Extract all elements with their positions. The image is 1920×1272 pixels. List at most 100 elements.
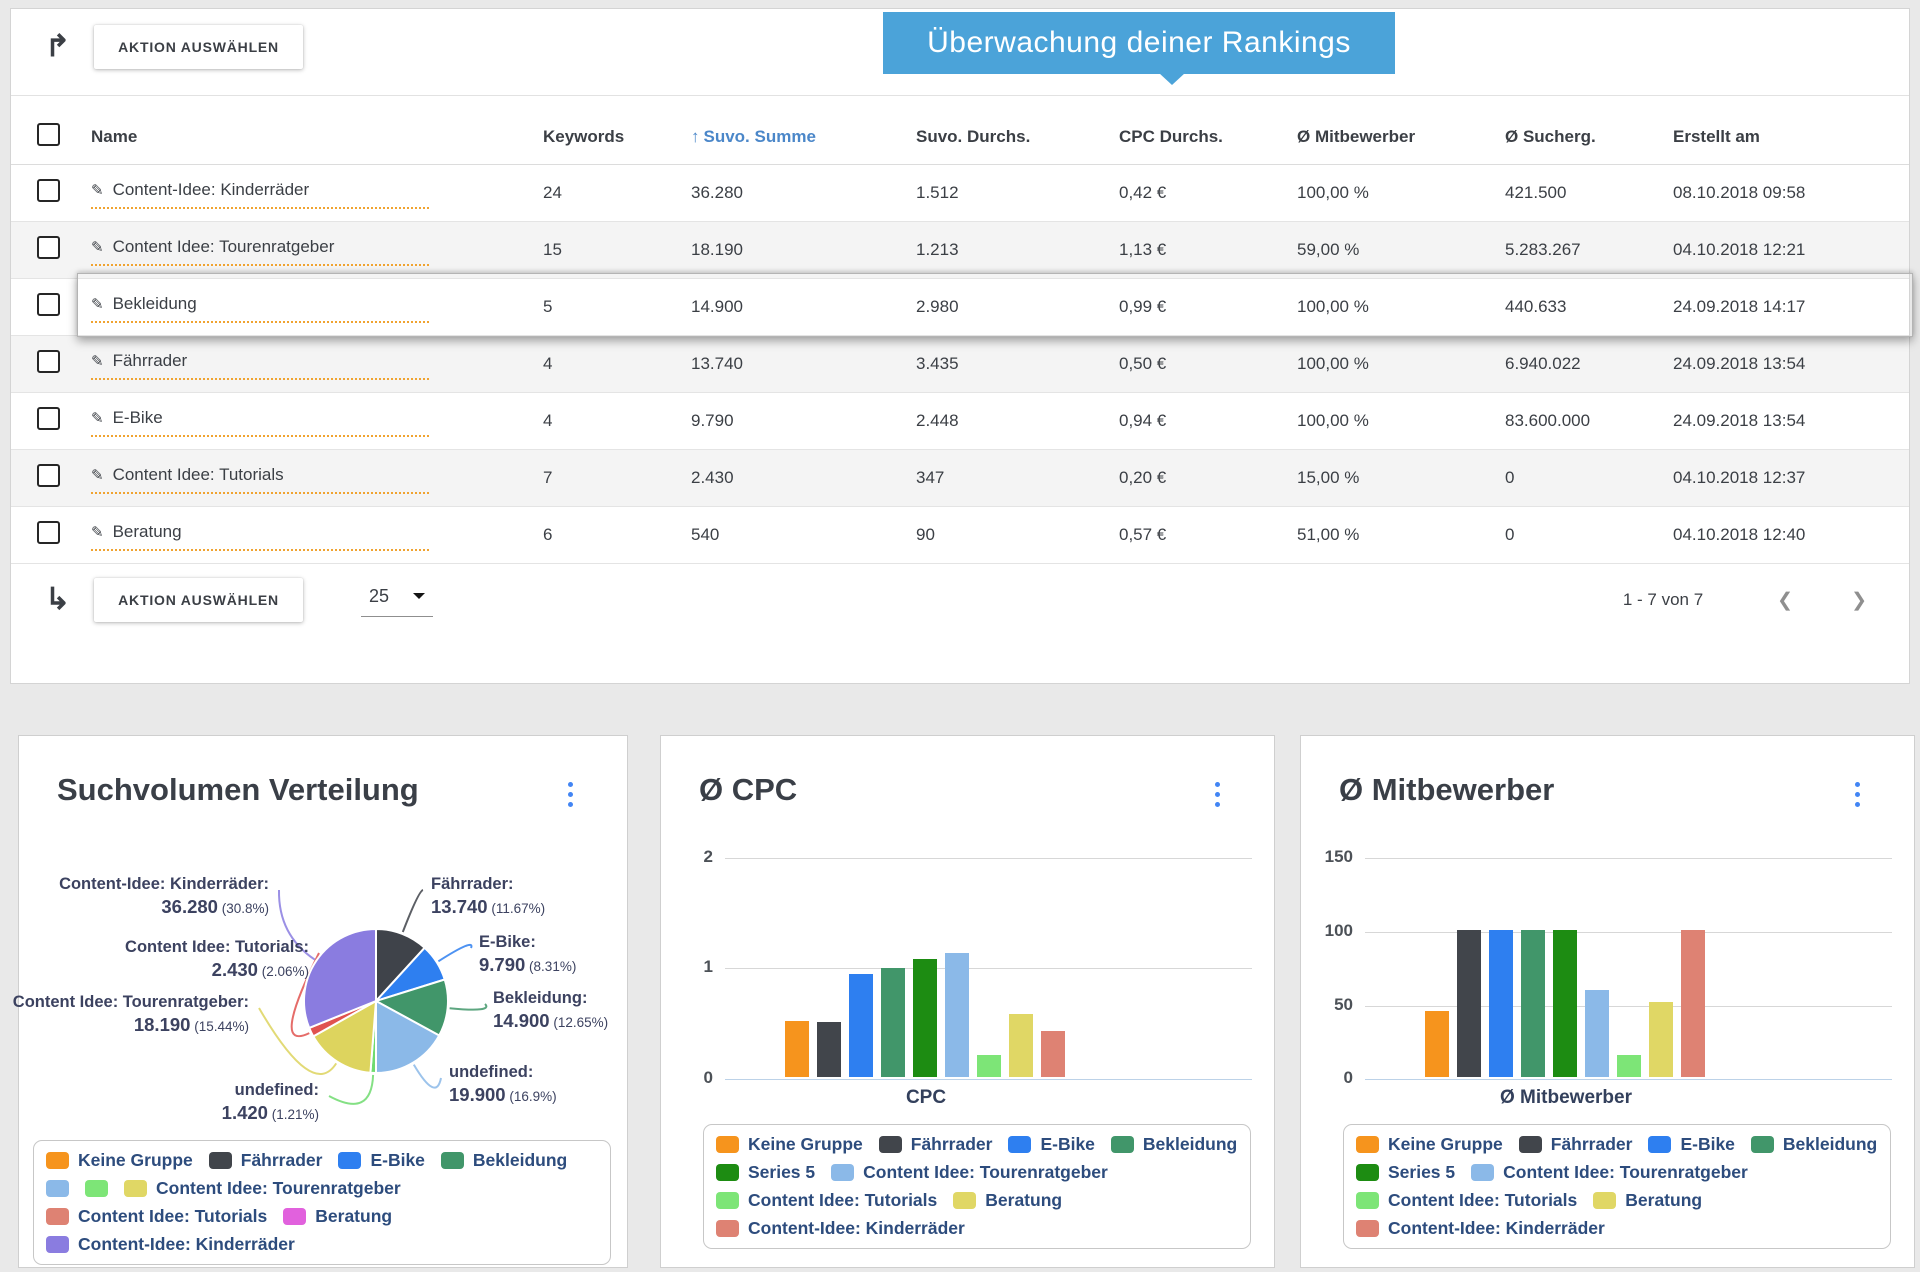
row-name-label: Fährrader — [113, 351, 188, 371]
row-name-editable[interactable]: ✎ Content Idee: Tutorials — [91, 462, 429, 494]
column-header-cpc-durchs[interactable]: CPC Durchs. — [1107, 127, 1285, 147]
legend-item: Keine Gruppe — [716, 1134, 863, 1155]
column-header-name[interactable]: Name — [79, 127, 531, 147]
column-header-suvo-summe[interactable]: ↑Suvo. Summe — [679, 127, 904, 147]
table-row: ✎ Content-Idee: Kinderräder 24 36.280 1.… — [11, 165, 1909, 222]
legend-item: Content Idee: Tutorials — [46, 1206, 267, 1227]
cell-mitbewerber: 100,00 % — [1285, 297, 1493, 317]
pie-label-name: Content Idee: Tutorials — [125, 938, 303, 956]
legend-swatch-icon — [716, 1164, 739, 1181]
legend-swatch-icon — [283, 1208, 306, 1225]
bars-group — [1425, 930, 1705, 1077]
row-name-editable[interactable]: ✎ Beratung — [91, 519, 429, 551]
row-name-editable[interactable]: ✎ Content-Idee: Kinderräder — [91, 177, 429, 209]
pie-leader-line — [438, 945, 471, 961]
cell-keywords: 7 — [531, 468, 679, 488]
gridline — [1365, 858, 1892, 859]
row-checkbox[interactable] — [37, 293, 60, 316]
row-checkbox[interactable] — [37, 407, 60, 430]
column-header-erstellt-am[interactable]: Erstellt am — [1661, 127, 1909, 147]
legend-item: Bekleidung — [1111, 1134, 1237, 1155]
legend-label: E-Bike — [1040, 1134, 1094, 1155]
legend-item: Content-Idee: Kinderräder — [716, 1218, 965, 1239]
row-checkbox[interactable] — [37, 236, 60, 259]
column-header-sucherg[interactable]: Ø Sucherg. — [1493, 127, 1661, 147]
edit-pencil-icon: ✎ — [91, 181, 104, 199]
legend-swatch-icon — [46, 1180, 69, 1197]
cell-erstellt-am: 04.10.2018 12:37 — [1661, 468, 1909, 488]
legend-label: Beratung — [1625, 1190, 1702, 1211]
legend-item: E-Bike — [338, 1150, 424, 1171]
legend-swatch-icon — [46, 1208, 69, 1225]
bar — [1425, 1011, 1449, 1077]
legend-item: Fährrader — [879, 1134, 993, 1155]
legend-swatch-icon — [46, 1152, 69, 1169]
pie-slice-label: Fährrader:13.740 (11.67%) — [431, 874, 545, 919]
previous-page-chevron-icon[interactable]: ❮ — [1769, 585, 1801, 616]
table-row: ✎ Content Idee: Tourenratgeber 15 18.190… — [11, 222, 1909, 279]
y-axis-tick-label: 1 — [661, 957, 713, 977]
pie-label-value: 14.900 — [493, 1010, 550, 1031]
edit-pencil-icon: ✎ — [91, 523, 104, 541]
row-name-editable[interactable]: ✎ E-Bike — [91, 405, 429, 437]
select-all-checkbox[interactable] — [37, 123, 60, 146]
legend-item: Beratung — [1593, 1190, 1702, 1211]
page-size-select[interactable]: 25 — [361, 584, 433, 617]
legend-swatch-icon — [879, 1136, 902, 1153]
pie-label-name: undefined — [235, 1081, 314, 1099]
y-axis-tick-label: 2 — [661, 847, 713, 867]
legend-swatch-icon — [1471, 1164, 1494, 1181]
bar — [849, 974, 873, 1077]
column-header-suvo-durchs[interactable]: Suvo. Durchs. — [904, 127, 1107, 147]
cell-suvo-durchs: 347 — [904, 468, 1107, 488]
bar — [1457, 930, 1481, 1077]
cell-erstellt-am: 08.10.2018 09:58 — [1661, 183, 1909, 203]
mitbewerber-kebab-menu-icon[interactable] — [1851, 778, 1864, 811]
cell-cpc-durchs: 0,99 € — [1107, 297, 1285, 317]
next-page-chevron-icon[interactable]: ❯ — [1843, 585, 1875, 616]
cell-suvo-summe: 36.280 — [679, 183, 904, 203]
column-header-mitbewerber[interactable]: Ø Mitbewerber — [1285, 127, 1493, 147]
legend-item: Content Idee: Tutorials — [716, 1190, 937, 1211]
bar — [881, 968, 905, 1077]
row-checkbox[interactable] — [37, 521, 60, 544]
legend-label: Content-Idee: Kinderräder — [78, 1234, 295, 1255]
cpc-kebab-menu-icon[interactable] — [1211, 778, 1224, 811]
legend-swatch-icon — [85, 1180, 108, 1197]
cell-keywords: 15 — [531, 240, 679, 260]
legend-item: Beratung — [953, 1190, 1062, 1211]
row-name-editable[interactable]: ✎ Fährrader — [91, 348, 429, 380]
bar — [1649, 1002, 1673, 1077]
column-header-keywords[interactable]: Keywords — [531, 127, 679, 147]
legend-item: Series 5 — [716, 1162, 815, 1183]
row-checkbox[interactable] — [37, 350, 60, 373]
cell-erstellt-am: 24.09.2018 13:54 — [1661, 354, 1909, 374]
legend-item: E-Bike — [1648, 1134, 1734, 1155]
row-name-editable[interactable]: ✎ Bekleidung — [91, 291, 429, 323]
cell-keywords: 5 — [531, 297, 679, 317]
bar — [977, 1055, 1001, 1077]
pie-leader-line — [414, 1065, 441, 1088]
select-action-button-top[interactable]: AKTION AUSWÄHLEN — [94, 25, 303, 69]
cpc-x-axis-label: CPC — [785, 1087, 1067, 1109]
pie-slice-label: undefined:19.900 (16.9%) — [449, 1062, 557, 1107]
y-axis-tick-label: 150 — [1301, 847, 1353, 867]
legend-label: Series 5 — [1388, 1162, 1455, 1183]
row-checkbox[interactable] — [37, 179, 60, 202]
select-action-button-bottom[interactable]: AKTION AUSWÄHLEN — [94, 578, 303, 622]
pie-label-value: 9.790 — [479, 954, 525, 975]
legend-label: Keine Gruppe — [1388, 1134, 1503, 1155]
pie-leader-line — [329, 1075, 373, 1104]
row-name-editable[interactable]: ✎ Content Idee: Tourenratgeber — [91, 234, 429, 266]
legend-label: Bekleidung — [1783, 1134, 1877, 1155]
gridline — [1365, 1079, 1892, 1080]
legend-item — [46, 1180, 69, 1197]
row-checkbox[interactable] — [37, 464, 60, 487]
sort-asc-icon: ↑ — [691, 127, 700, 146]
pie-label-name: Content Idee: Tourenratgeber — [13, 993, 244, 1011]
cell-sucherg: 6.940.022 — [1493, 354, 1661, 374]
pie-slice-label: E-Bike:9.790 (8.31%) — [479, 932, 576, 977]
cell-suvo-durchs: 90 — [904, 525, 1107, 545]
legend-item: Bekleidung — [441, 1150, 567, 1171]
suchvolumen-card: Suchvolumen Verteilung Fährrader:13.740 … — [18, 735, 628, 1268]
